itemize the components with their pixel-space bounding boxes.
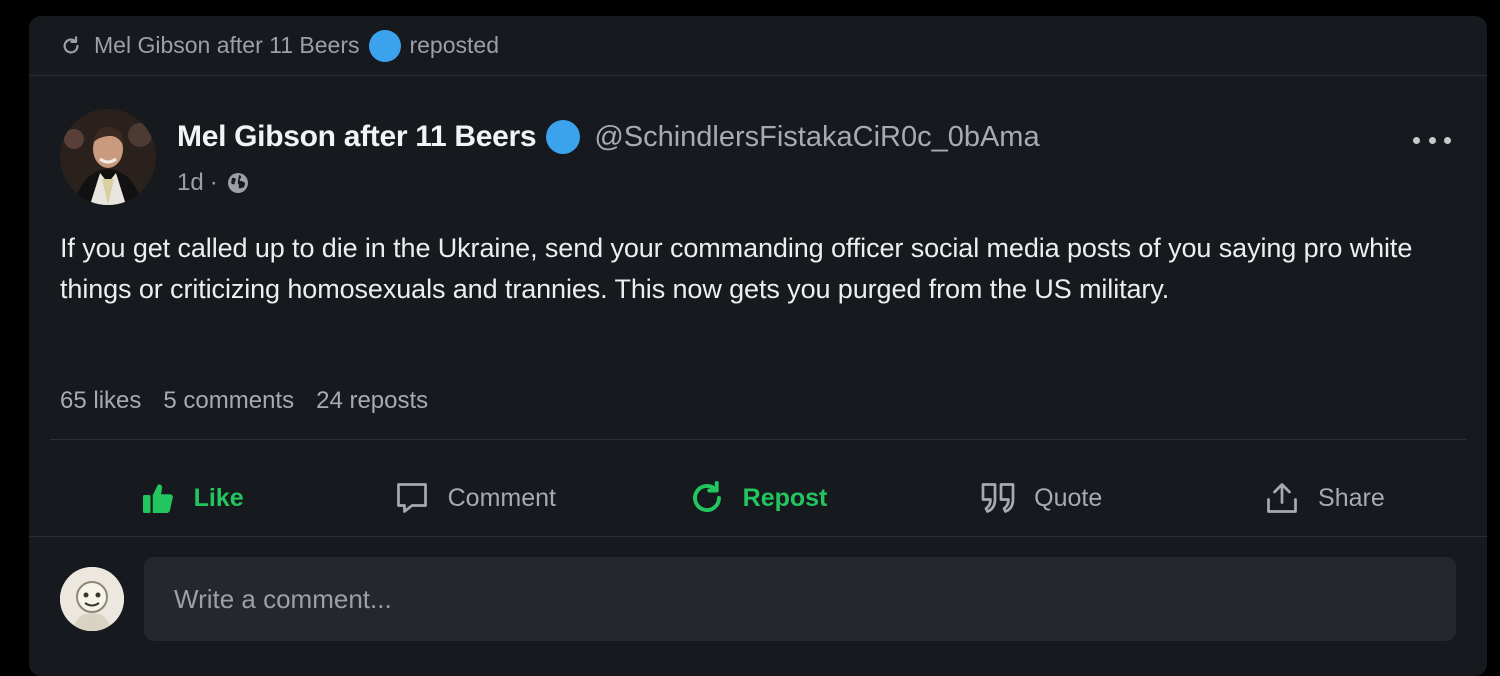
repost-button[interactable]: Repost [616,458,899,538]
verified-badge-icon [546,120,581,154]
more-options-button[interactable] [1413,130,1451,150]
more-dot-icon [1428,136,1436,144]
comment-input[interactable] [144,557,1456,641]
like-button[interactable]: Like [50,458,333,538]
current-user-avatar-image [60,567,124,631]
author-row: Mel Gibson after 11 Beers @SchindlersFis… [177,120,1040,154]
repost-label: reposted [409,32,499,58]
divider [29,536,1487,537]
comment-icon [396,483,427,513]
thumbs-up-icon [142,484,173,513]
quote-icon [981,483,1015,513]
reposts-count[interactable]: 24 reposts [316,387,428,415]
divider [50,439,1466,440]
current-user-avatar[interactable] [60,567,124,631]
repost-icon [63,35,79,54]
quote-button[interactable]: Quote [900,458,1183,538]
quote-label: Quote [1034,483,1103,512]
author-avatar[interactable] [60,109,156,205]
globe-icon [227,173,248,193]
author-handle[interactable]: @SchindlersFistakaCiR0c_0bAma [594,121,1039,154]
action-bar: Like Comment Repost Quote Share [50,458,1466,538]
post-card: Mel Gibson after 11 Beers reposted Mel G… [29,16,1487,676]
post-meta: 1d · [177,169,250,197]
comment-composer [29,557,1487,641]
share-label: Share [1318,483,1385,512]
verified-badge-icon [369,29,402,62]
repost-icon [692,481,721,512]
post-body: If you get called up to die in the Ukrai… [60,233,1413,304]
author-name[interactable]: Mel Gibson after 11 Beers [177,120,537,154]
share-button[interactable]: Share [1183,458,1466,538]
post-time[interactable]: 1d [177,169,204,197]
repost-banner: Mel Gibson after 11 Beers reposted [29,16,1487,76]
likes-count[interactable]: 65 likes [60,387,141,415]
like-label: Like [193,483,244,512]
comments-count[interactable]: 5 comments [163,387,294,415]
more-dot-icon [1444,136,1451,144]
repost-author[interactable]: Mel Gibson after 11 Beers [94,32,359,59]
repost-label: Repost [742,483,828,512]
comment-label: Comment [447,483,556,512]
post-stats: 65 likes 5 comments 24 reposts [60,387,450,415]
comment-button[interactable]: Comment [333,458,616,538]
share-icon [1267,483,1297,513]
author-avatar-image [60,109,156,205]
meta-separator: · [209,169,218,196]
more-dot-icon [1413,136,1420,144]
